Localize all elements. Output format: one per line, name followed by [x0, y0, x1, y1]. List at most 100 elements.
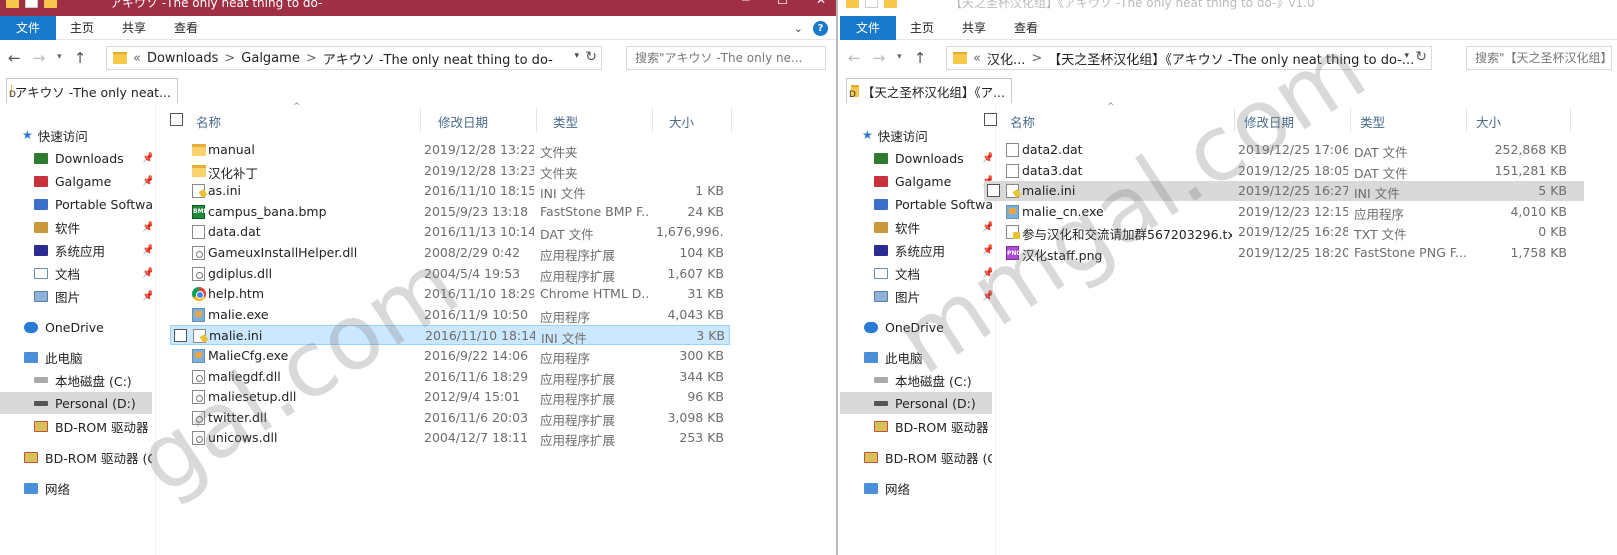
nav-local-disk-c[interactable]: 本地磁盘 (C:): [874, 369, 992, 391]
breadcrumb-current-folder[interactable]: アキウソ -The only neat thing to do-: [323, 49, 553, 68]
search-input[interactable]: 搜索"【天之圣杯汉化组】...: [1466, 46, 1612, 70]
tab-home[interactable]: 主页: [56, 16, 108, 40]
nav-galgame[interactable]: Galgame📌: [34, 170, 152, 192]
new-folder-icon[interactable]: [884, 0, 897, 8]
nav-pictures[interactable]: 图片 📌: [34, 285, 152, 307]
recent-locations-chevron-icon[interactable]: ▾: [57, 52, 62, 67]
file-row[interactable]: malie.ini 2016/11/10 18:14 INI 文件 3 KB: [170, 325, 730, 346]
pin-icon[interactable]: 📌: [142, 291, 152, 302]
up-arrow-icon[interactable]: ↑: [914, 49, 927, 67]
expand-ribbon-icon[interactable]: ⌄: [794, 22, 803, 35]
pin-icon[interactable]: 📌: [142, 176, 152, 187]
breadcrumb-current-folder[interactable]: 【天之圣杯汉化组】《アキウソ -The only neat thing to d…: [1048, 49, 1414, 68]
column-date[interactable]: 修改日期: [1244, 112, 1294, 131]
file-row[interactable]: as.ini 2016/11/10 18:15 INI 文件 1 KB: [170, 181, 730, 201]
file-row[interactable]: maliegdf.dll 2016/11/6 18:29 应用程序扩展 344 KB: [170, 367, 730, 387]
nav-bd-rom-drive[interactable]: BD-ROM 驱动器 (: [34, 415, 152, 437]
file-row[interactable]: malie_cn.exe 2019/12/23 12:15 应用程序 4,010 KB: [984, 202, 1584, 222]
file-row[interactable]: PNG 汉化staff.png 2019/12/25 18:20 FastStone …: [984, 243, 1584, 263]
column-type[interactable]: 类型: [553, 112, 578, 131]
pin-icon[interactable]: 📌: [142, 153, 152, 164]
breadcrumb-separator-icon[interactable]: >: [306, 51, 317, 66]
nav-bd-rom-drive-g[interactable]: BD-ROM 驱动器 (G:: [24, 446, 152, 468]
select-all-checkbox[interactable]: [984, 113, 997, 126]
column-size[interactable]: 大小: [669, 112, 694, 131]
nav-quick-access[interactable]: ★ 快速访问: [22, 124, 152, 146]
address-dropdown-icon[interactable]: ▾: [1404, 51, 1409, 61]
tab-view[interactable]: 查看: [160, 16, 212, 40]
back-arrow-icon[interactable]: ←: [8, 49, 21, 67]
nav-onedrive[interactable]: OneDrive: [24, 316, 152, 338]
nav-network[interactable]: 网络: [24, 477, 152, 499]
column-name[interactable]: 名称: [1010, 112, 1035, 131]
nav-software[interactable]: 软件📌: [874, 216, 992, 238]
breadcrumb-overflow[interactable]: «: [973, 51, 981, 66]
recent-locations-chevron-icon[interactable]: ▾: [897, 52, 902, 67]
minimize-button[interactable]: ─: [742, 0, 749, 7]
tab-share[interactable]: 共享: [108, 16, 160, 40]
nav-personal-d[interactable]: Personal (D:): [0, 392, 152, 414]
file-row[interactable]: gdiplus.dll 2004/5/4 19:53 应用程序扩展 1,607 KB: [170, 264, 730, 284]
pin-icon[interactable]: 📌: [142, 222, 152, 233]
folder-tab[interactable]: 【天之圣杯汉化组】《ア...: [846, 78, 1012, 103]
breadcrumb-separator-icon[interactable]: >: [1031, 51, 1042, 66]
nav-personal-d[interactable]: Personal (D:): [840, 392, 992, 414]
back-arrow-icon[interactable]: ←: [848, 49, 861, 67]
refresh-icon[interactable]: ↻: [585, 49, 597, 65]
file-row[interactable]: malie.ini 2019/12/25 16:27 INI 文件 5 KB: [984, 181, 1584, 202]
breadcrumb-downloads[interactable]: Downloads: [147, 51, 218, 66]
nav-this-pc[interactable]: 此电脑: [864, 346, 992, 368]
address-bar[interactable]: « Downloads > Galgame > アキウソ -The only n…: [106, 46, 602, 70]
file-row[interactable]: GameuxInstallHelper.dll 2008/2/29 0:42 应用程…: [170, 243, 730, 263]
nav-downloads[interactable]: Downloads📌: [874, 147, 992, 169]
column-type[interactable]: 类型: [1360, 112, 1385, 131]
file-row[interactable]: MalieCfg.exe 2016/9/22 14:06 应用程序 300 KB: [170, 346, 730, 366]
nav-system-apps[interactable]: 系统应用📌: [874, 239, 992, 261]
tab-home[interactable]: 主页: [896, 16, 948, 40]
tab-view[interactable]: 查看: [1000, 16, 1052, 40]
file-row[interactable]: 汉化补丁 2019/12/28 13:23 文件夹: [170, 161, 730, 181]
pin-icon[interactable]: 📌: [142, 268, 152, 279]
maximize-button[interactable]: ☐: [777, 0, 788, 7]
file-row[interactable]: data.dat 2016/11/13 10:14 DAT 文件 1,676,996.…: [170, 222, 730, 242]
row-checkbox[interactable]: [987, 184, 1000, 198]
nav-onedrive[interactable]: OneDrive: [864, 316, 992, 338]
select-all-checkbox[interactable]: [170, 113, 183, 126]
row-checkbox[interactable]: [174, 329, 187, 343]
nav-local-disk-c[interactable]: 本地磁盘 (C:): [34, 369, 152, 391]
address-dropdown-icon[interactable]: ▾: [574, 51, 579, 61]
nav-network[interactable]: 网络: [864, 477, 992, 499]
refresh-icon[interactable]: ↻: [1415, 49, 1427, 65]
file-row[interactable]: 参与汉化和交流请加群567203296.txt 2019/12/25 16:28 T…: [984, 222, 1584, 242]
pin-icon[interactable]: 📌: [142, 245, 152, 256]
nav-quick-access[interactable]: ★ 快速访问: [862, 124, 992, 146]
forward-arrow-icon[interactable]: →: [33, 49, 46, 67]
nav-portable-software[interactable]: Portable Softwa: [874, 193, 992, 215]
file-row[interactable]: twitter.dll 2016/11/6 20:03 应用程序扩展 3,098 KB: [170, 408, 730, 428]
properties-icon[interactable]: [865, 0, 878, 8]
nav-documents[interactable]: 文档📌: [34, 262, 152, 284]
file-row[interactable]: BMP campus_bana.bmp 2015/9/23 13:18 FastSto…: [170, 202, 730, 222]
search-input[interactable]: 搜索"アキウソ -The only ne...: [626, 46, 826, 70]
properties-icon[interactable]: [25, 0, 38, 8]
close-button[interactable]: ✕: [816, 0, 826, 7]
nav-bd-rom-drive-g[interactable]: BD-ROM 驱动器 (G:: [864, 446, 992, 468]
nav-portable-software[interactable]: Portable Softwa: [34, 193, 152, 215]
nav-bd-rom-drive[interactable]: BD-ROM 驱动器 (: [874, 415, 992, 437]
breadcrumb-hanhua[interactable]: 汉化...: [987, 49, 1025, 68]
nav-downloads[interactable]: Downloads📌: [34, 147, 152, 169]
folder-tab[interactable]: アキウソ -The only neat...: [6, 78, 178, 103]
column-name[interactable]: 名称: [196, 112, 221, 131]
file-row[interactable]: malie.exe 2016/11/9 10:50 应用程序 4,043 KB: [170, 305, 730, 325]
tab-file[interactable]: 文件: [0, 15, 56, 40]
breadcrumb-galgame[interactable]: Galgame: [241, 51, 300, 66]
title-bar[interactable]: アキウソ -The only neat thing to do- ─ ☐ ✕: [0, 0, 836, 16]
help-icon[interactable]: ?: [813, 21, 828, 36]
address-bar[interactable]: « 汉化... > 【天之圣杯汉化组】《アキウソ -The only neat …: [946, 46, 1432, 70]
title-bar[interactable]: 【天之圣杯汉化组】《アキウソ -The only neat thing to d…: [840, 0, 1617, 16]
nav-documents[interactable]: 文档📌: [874, 262, 992, 284]
breadcrumb-separator-icon[interactable]: >: [224, 51, 235, 66]
nav-galgame[interactable]: Galgame📌: [874, 170, 992, 192]
file-row[interactable]: unicows.dll 2004/12/7 18:11 应用程序扩展 253 KB: [170, 428, 730, 448]
tab-file[interactable]: 文件: [840, 15, 896, 40]
